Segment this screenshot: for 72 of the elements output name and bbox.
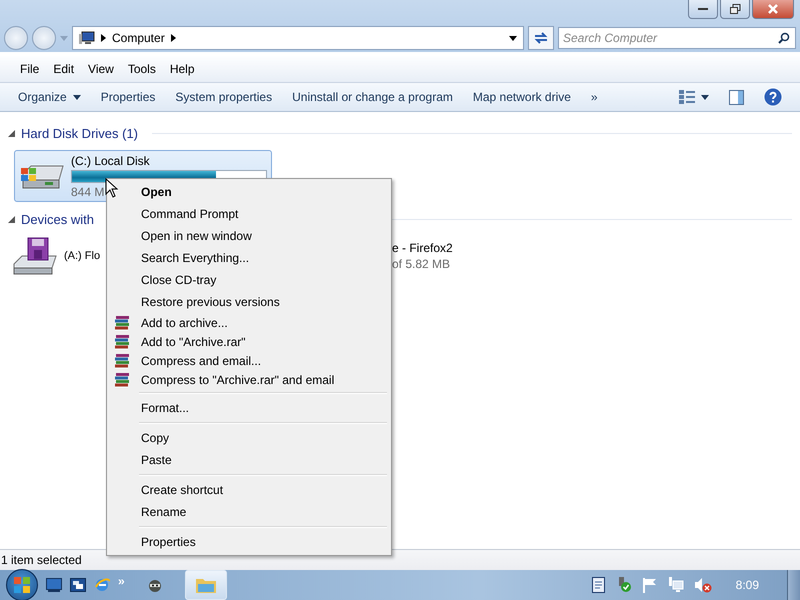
desktop-icon[interactable] [46,578,62,592]
menu-item[interactable]: Copy [109,427,389,449]
more-button[interactable]: » [582,87,606,107]
menu-item[interactable]: Help [164,60,201,78]
menu-item[interactable]: Edit [47,60,80,78]
refresh-button[interactable] [528,26,554,50]
computer-icon [79,31,95,45]
toolbar-button[interactable]: Organize [10,87,89,107]
toolbar-button[interactable]: Properties [92,87,164,107]
close-icon [768,4,778,14]
start-button[interactable] [6,569,38,600]
menu-item[interactable]: Paste [109,449,389,471]
collapse-triangle-icon[interactable] [8,130,15,136]
toolbar-button[interactable]: Map network drive [464,87,579,107]
books-icon [115,354,130,368]
breadcrumb-arrow-icon [101,34,106,42]
menu-item[interactable]: Close CD-tray [109,269,389,291]
menu-item[interactable]: Add to archive... [109,313,389,332]
pane-icon [729,90,744,104]
group-title: Hard Disk Drives (1) [21,126,138,140]
books-icon [115,372,130,386]
caret-icon [509,36,517,40]
minimize-icon [698,7,708,11]
mouse-cursor-icon [105,178,119,198]
folder-icon [196,577,216,593]
caret-icon [701,94,709,100]
search-field[interactable]: Search Computer [558,27,796,49]
books-icon [115,334,130,348]
refresh-icon [534,32,548,44]
caret-icon [72,94,81,100]
address-bar[interactable]: Computer [72,26,524,50]
toolbar-button[interactable]: Uninstall or change a program [284,87,461,107]
windows-logo-icon [14,577,30,593]
search-icon[interactable] [778,32,790,44]
menu-item[interactable]: Restore previous versions [109,291,389,313]
menu-item[interactable]: Open in new window [109,225,389,247]
menu-item[interactable]: Properties [109,531,389,553]
collapse-triangle-icon[interactable] [8,216,15,222]
drive-info: 844 M [71,184,104,198]
minimize-button[interactable] [688,0,718,19]
books-icon [115,316,130,330]
restore-icon [730,4,740,14]
help-icon [764,88,782,106]
menu-item[interactable]: Add to "Archive.rar" [109,332,389,351]
menu-item[interactable]: Tools [122,60,162,78]
menu-item[interactable]: File [14,60,46,78]
menu-item[interactable]: Search Everything... [109,247,389,269]
drive-name: e - Firefox2 [392,241,453,255]
menu-item[interactable]: Create shortcut [109,479,389,501]
breadcrumb[interactable]: Computer [112,31,165,45]
restore-button[interactable] [720,0,750,19]
breadcrumb-arrow-icon [170,34,176,42]
drive-name: (C:) Local Disk [71,154,150,168]
close-button[interactable] [752,0,794,19]
menu-item[interactable]: Rename [109,501,389,523]
window-switch-icon[interactable] [70,578,86,592]
toolbar-button[interactable]: System properties [167,87,280,107]
menu-item[interactable]: View [82,60,120,78]
browser-icon[interactable] [94,577,110,593]
show-desktop-button[interactable] [787,570,800,600]
menu-item[interactable]: Command Prompt [109,203,389,225]
muted-speaker-icon[interactable] [694,577,712,593]
menu-item[interactable]: Compress to "Archive.rar" and email [109,370,389,389]
status-text: 1 item selected [0,553,82,567]
menu-item[interactable]: Compress and email... [109,351,389,370]
drive-info: of 5.82 MB [392,257,450,271]
menu-item[interactable]: Format... [109,397,389,419]
drive-name: (A:) Flo [64,250,100,262]
document-icon[interactable] [592,577,606,593]
caret-icon [60,36,68,40]
group-title: Devices with [21,212,94,226]
view-icon [679,90,695,104]
